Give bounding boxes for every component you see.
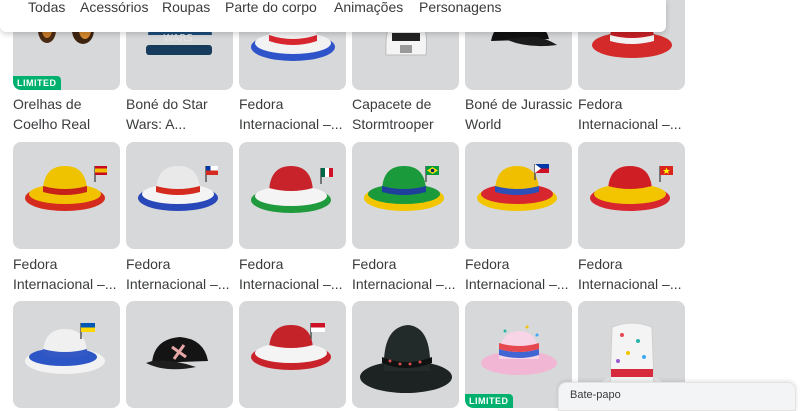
limited-badge: LIMITED bbox=[465, 394, 513, 408]
item-name[interactable]: Boné do Star Wars: A... bbox=[126, 94, 234, 134]
item-name[interactable]: Boné de Jurassic World bbox=[465, 94, 573, 134]
item-name[interactable]: Fedora Internacional –... bbox=[578, 254, 686, 294]
item-thumbnail[interactable] bbox=[13, 142, 120, 249]
item-thumbnail[interactable] bbox=[578, 142, 685, 249]
item-name[interactable]: Fedora Internacional –... bbox=[578, 94, 686, 134]
item-thumbnail[interactable] bbox=[239, 301, 346, 408]
fedora-red-white-striped-icon bbox=[251, 323, 331, 370]
item-thumbnail[interactable] bbox=[239, 142, 346, 249]
limited-badge: LIMITED bbox=[13, 76, 61, 90]
item-thumbnail[interactable] bbox=[13, 301, 120, 408]
fedora-philippines-icon bbox=[477, 164, 557, 211]
item-name[interactable]: Orelhas de Coelho Real bbox=[13, 94, 121, 134]
item-name[interactable]: Fedora Internacional –... bbox=[13, 254, 121, 294]
item-thumbnail[interactable]: LIMITED bbox=[465, 301, 572, 408]
party-fedora-icon bbox=[481, 325, 557, 375]
catalog-page: Todas Acessórios Roupas Parte do corpo A… bbox=[0, 0, 800, 411]
tab-acessorios[interactable]: Acessórios bbox=[80, 0, 148, 14]
item-thumbnail[interactable] bbox=[126, 142, 233, 249]
tab-personagens[interactable]: Personagens bbox=[419, 0, 502, 14]
item-name[interactable]: Capacete de Stormtrooper bbox=[352, 94, 460, 134]
black-cap-icon bbox=[146, 337, 208, 370]
tab-todas[interactable]: Todas bbox=[28, 0, 65, 14]
item-name[interactable]: Fedora Internacional –... bbox=[126, 254, 234, 294]
item-thumbnail[interactable] bbox=[126, 301, 233, 408]
item-thumbnail[interactable] bbox=[352, 142, 459, 249]
black-studded-hat-icon bbox=[360, 325, 452, 393]
tab-roupas[interactable]: Roupas bbox=[162, 0, 210, 14]
fedora-spain-icon bbox=[25, 166, 107, 211]
item-thumbnail[interactable] bbox=[352, 301, 459, 408]
fedora-mexico-icon bbox=[251, 166, 333, 213]
tab-parte-do-corpo[interactable]: Parte do corpo bbox=[225, 0, 317, 14]
chat-label: Bate-papo bbox=[570, 389, 621, 401]
item-name[interactable]: Fedora Internacional –... bbox=[352, 254, 460, 294]
category-tab-bar: Todas Acessórios Roupas Parte do corpo A… bbox=[0, 0, 666, 32]
chat-widget[interactable]: Bate-papo bbox=[558, 382, 796, 411]
fedora-chile-icon bbox=[138, 166, 218, 211]
svg-text:WARS: WARS bbox=[163, 33, 192, 44]
item-name[interactable]: Fedora Internacional –... bbox=[239, 94, 347, 134]
fedora-ukraine-icon bbox=[25, 323, 105, 374]
tab-animacoes[interactable]: Animações bbox=[334, 0, 403, 14]
item-thumbnail[interactable] bbox=[465, 142, 572, 249]
item-name[interactable]: Fedora Internacional –... bbox=[239, 254, 347, 294]
fedora-brazil-icon bbox=[364, 166, 444, 211]
fedora-vietnam-icon bbox=[590, 166, 673, 211]
item-name[interactable]: Fedora Internacional –... bbox=[465, 254, 573, 294]
